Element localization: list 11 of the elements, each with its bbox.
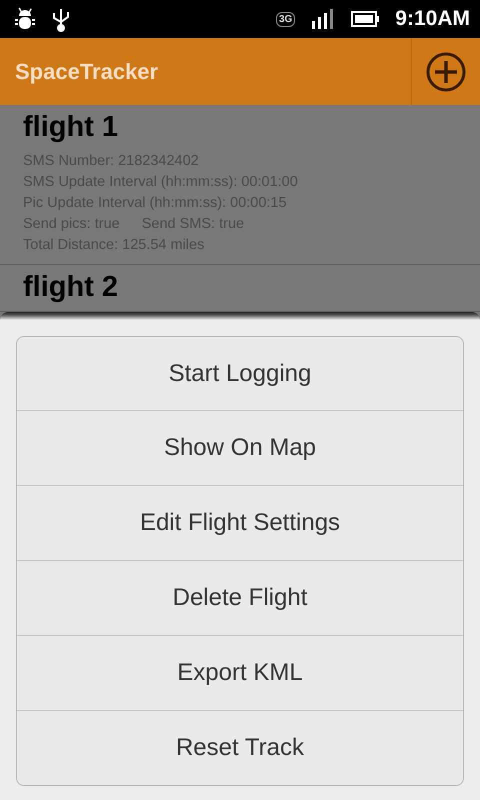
- flight-name: flight 1: [23, 111, 120, 143]
- clock: 9:10AM: [395, 7, 470, 31]
- app-title: SpaceTracker: [14, 58, 160, 84]
- plus-icon: [426, 52, 466, 92]
- usb-icon: [52, 6, 70, 32]
- battery-icon: [351, 11, 380, 27]
- flight-name: flight 2: [23, 271, 120, 303]
- signal-icon: [311, 9, 336, 29]
- bug-icon: [14, 7, 36, 31]
- menu-item[interactable]: Reset Track: [17, 710, 463, 785]
- network-type: 3G: [276, 12, 296, 26]
